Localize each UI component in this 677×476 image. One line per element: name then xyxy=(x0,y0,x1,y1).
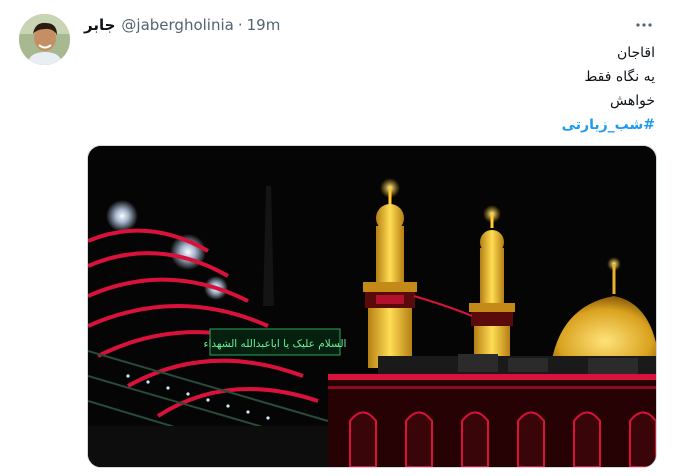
tweet-line-1: اقاجان xyxy=(616,45,655,61)
tweet-line-3: خواهش xyxy=(609,93,655,109)
tweet-timestamp[interactable]: 19m xyxy=(247,16,281,34)
tweet-line-2: یه نگاه فقط xyxy=(584,69,655,85)
tweet-header: جابر @jabergholinia · 19m xyxy=(84,14,280,36)
tweet-text: اقاجان یه نگاه فقط خواهش #شب_زیارتی xyxy=(562,41,655,137)
author-handle[interactable]: @jabergholinia xyxy=(121,16,233,34)
shrine-night-photo: السلام علیک یا اباعبدالله الشهداء xyxy=(88,146,656,467)
more-horizontal-icon xyxy=(636,23,652,27)
avatar-image xyxy=(19,14,70,65)
sign-text: السلام علیک یا اباعبدالله الشهداء xyxy=(204,338,347,350)
hashtag-link[interactable]: #شب_زیارتی xyxy=(562,113,655,137)
tweet-media-image[interactable]: السلام علیک یا اباعبدالله الشهداء xyxy=(87,145,657,468)
author-name[interactable]: جابر xyxy=(84,16,115,34)
tweet-card[interactable]: جابر @jabergholinia · 19m اقاجان یه نگاه… xyxy=(0,0,677,476)
avatar[interactable] xyxy=(19,14,70,65)
green-neon-sign: السلام علیک یا اباعبدالله الشهداء xyxy=(204,328,347,356)
more-options-button[interactable] xyxy=(631,12,657,38)
separator-dot: · xyxy=(237,16,243,34)
